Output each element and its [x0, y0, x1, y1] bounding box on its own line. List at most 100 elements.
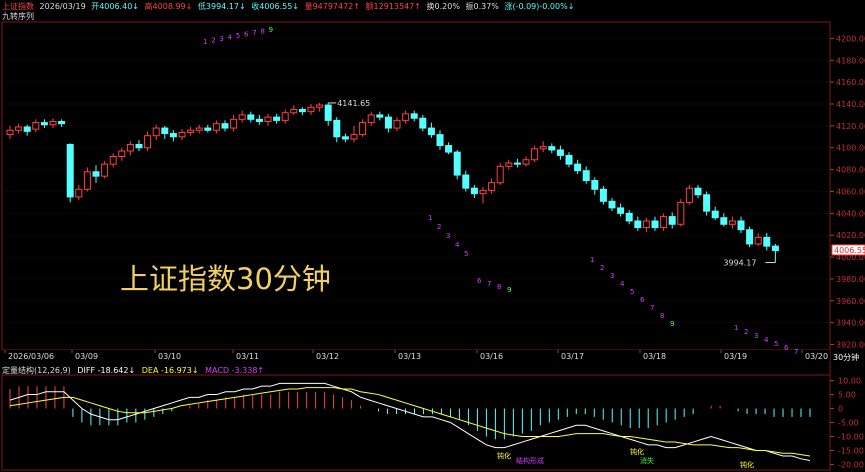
- seq-digit: 4: [455, 241, 460, 249]
- seq-digit: 5: [774, 340, 778, 348]
- candle-body: [109, 155, 117, 165]
- date-label: 03/20: [805, 352, 828, 361]
- macd-value: MACD -3.338↑: [205, 366, 265, 375]
- macd-name[interactable]: 定量结构(12,26,9): [2, 366, 71, 375]
- price-tick-label: 3940.00: [836, 319, 865, 328]
- candle-body: [161, 127, 169, 135]
- seq-digit: 8: [660, 312, 664, 320]
- candle-body: [255, 118, 263, 122]
- candle-body: [599, 188, 607, 202]
- seq-digit: 4: [228, 34, 233, 42]
- macd-tick-label: -10.00: [838, 432, 864, 441]
- candle-body: [660, 216, 668, 229]
- seq-digit: 7: [794, 348, 798, 356]
- candle-body: [505, 162, 513, 167]
- candle-body: [359, 122, 367, 136]
- candle-body: [522, 159, 530, 165]
- candle-body: [298, 108, 306, 113]
- seq-digit: 9: [670, 320, 674, 328]
- quote-amount: 额12913547↑: [365, 2, 421, 11]
- seq-digit: 3: [754, 332, 758, 340]
- high-label: 4141.65: [337, 99, 370, 108]
- candle-body: [169, 133, 177, 138]
- seq-digit: 2: [744, 328, 748, 336]
- candle-body: [393, 119, 401, 129]
- stock-name[interactable]: 上证指数: [2, 2, 34, 11]
- candle-body: [135, 143, 143, 149]
- candle-body: [746, 229, 754, 245]
- candle-body: [212, 123, 220, 131]
- candle-body: [307, 106, 315, 113]
- candle-body: [333, 119, 341, 138]
- seq-digit: 1: [590, 256, 594, 264]
- candle-body: [574, 163, 582, 172]
- price-tick-label: 4120.00: [836, 122, 865, 131]
- candle-body: [685, 187, 693, 203]
- price-tick-label: 4080.00: [836, 166, 865, 175]
- date-label: 03/11: [236, 352, 259, 361]
- seq-digit: 1: [428, 214, 432, 222]
- candle-body: [350, 134, 358, 140]
- candle-body: [58, 120, 66, 125]
- dea-line: [9, 387, 811, 457]
- candle-body: [75, 188, 83, 198]
- candle-body: [221, 123, 229, 129]
- quote-high: 高4008.99↓: [144, 2, 193, 11]
- candle-body: [144, 135, 152, 149]
- price-tick-label: 4020.00: [836, 231, 865, 240]
- candle-body: [642, 220, 650, 229]
- candle-body: [771, 245, 779, 252]
- candle-body: [32, 122, 40, 130]
- macd-header: 定量结构(12,26,9) DIFF -18.642↓ DEA -16.973↓…: [2, 365, 268, 376]
- candle-body: [341, 136, 349, 140]
- candle-body: [728, 220, 736, 225]
- seq-digit: 8: [497, 283, 501, 291]
- candle-body: [23, 126, 31, 132]
- indicator-name[interactable]: 九转序列: [2, 11, 34, 22]
- period-button[interactable]: 30分钟: [833, 352, 859, 363]
- macd-annotation: 钝化: [740, 460, 754, 469]
- macd-diff: DIFF -18.642↓: [77, 366, 136, 375]
- candle-body: [496, 165, 504, 184]
- seq-digit: 8: [260, 28, 264, 36]
- candle-body: [316, 104, 324, 108]
- seq-digit: 4: [764, 336, 769, 344]
- candle-body: [324, 104, 332, 121]
- seq-digit: 3: [446, 232, 450, 240]
- candle-body: [427, 127, 435, 136]
- candle-body: [539, 146, 547, 150]
- macd-tick-label: -15.00: [838, 446, 864, 455]
- candle-body: [6, 129, 14, 136]
- diff-line: [9, 382, 811, 461]
- price-tick-label: 4180.00: [836, 56, 865, 65]
- candle-body: [384, 116, 392, 129]
- seq-digit: 9: [507, 286, 511, 294]
- seq-digit: 7: [650, 304, 654, 312]
- quote-date: 2026/03/19: [39, 2, 86, 11]
- seq-digit: 6: [784, 344, 789, 352]
- macd-tick-label: -5.00: [838, 419, 859, 428]
- price-tick-label: 3960.00: [836, 297, 865, 306]
- quote-turnover: 换0.20%: [426, 2, 460, 11]
- candle-body: [264, 116, 272, 122]
- candle-body: [367, 114, 375, 124]
- seq-digit: 2: [211, 37, 215, 45]
- candle-body: [204, 127, 212, 131]
- candle-body: [548, 146, 556, 151]
- candle-body: [668, 216, 676, 225]
- macd-annotation: 钝化: [630, 447, 644, 456]
- kline-app: 4200.00 4180.00 4160.00 4140.00 4120.00 4100.…: [0, 0, 865, 472]
- candle-body: [152, 127, 160, 137]
- price-tick-label: 4200.00: [836, 34, 865, 43]
- chart-canvas[interactable]: 4200.00 4180.00 4160.00 4140.00 4120.00 4100.…: [0, 0, 865, 472]
- candle-body: [634, 220, 642, 229]
- candle-body: [83, 171, 91, 190]
- candle-body: [101, 163, 109, 177]
- macd-dea: DEA -16.973↓: [141, 366, 199, 375]
- candle-body: [462, 174, 470, 189]
- quote-amplitude: 振0.37%: [465, 2, 499, 11]
- seq-digit: 3: [610, 272, 614, 280]
- seq-digit: 1: [734, 324, 738, 332]
- overlay-title: 上证指数30分钟: [120, 262, 331, 296]
- date-label: 03/09: [75, 352, 98, 361]
